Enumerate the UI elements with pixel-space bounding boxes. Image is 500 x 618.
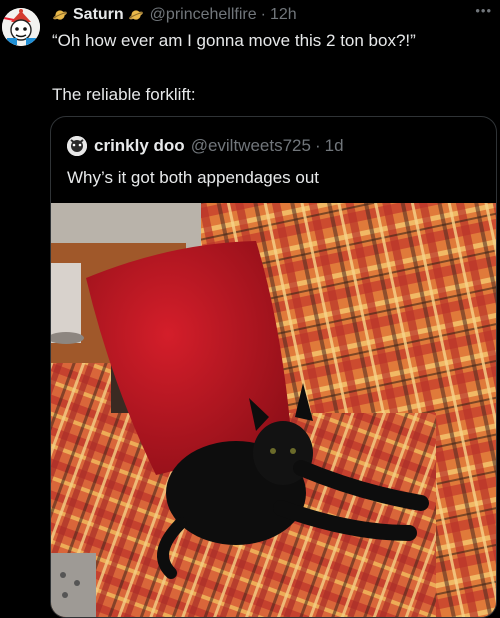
- quoted-handle[interactable]: @eviltweets725: [191, 136, 311, 156]
- quoted-tweet-text: Why’s it got both appendages out: [67, 168, 320, 187]
- tweet-text-line-1: “Oh how ever am I gonna move this 2 ton …: [52, 31, 416, 50]
- ellipsis-icon[interactable]: •••: [475, 3, 492, 18]
- quoted-avatar-drawing: [67, 136, 87, 156]
- quoted-display-name[interactable]: crinkly doo: [94, 136, 185, 156]
- saturn-emoji-icon: [53, 10, 67, 20]
- author-handle[interactable]: @princehellfire: [150, 6, 257, 24]
- quoted-tweet-card[interactable]: crinkly doo @eviltweets725 · 1d Why’s it…: [50, 116, 497, 618]
- tweet-text-line-2: The reliable forklift:: [52, 85, 196, 104]
- author-display-name[interactable]: Saturn: [73, 6, 124, 24]
- cat-on-couch-photo[interactable]: [51, 203, 496, 617]
- avatar-drawing: [2, 8, 40, 46]
- tweet-timestamp[interactable]: 12h: [270, 6, 297, 24]
- tweet-header: Saturn @princehellfire · 12h •••: [52, 3, 492, 27]
- saturn-emoji-icon: [128, 10, 143, 20]
- author-avatar[interactable]: [2, 8, 40, 46]
- quoted-tweet-header: crinkly doo @eviltweets725 · 1d: [67, 135, 344, 157]
- separator-dot: ·: [260, 6, 266, 23]
- quoted-timestamp[interactable]: 1d: [325, 136, 344, 156]
- quoted-separator-dot: ·: [314, 136, 321, 155]
- quoted-author-avatar[interactable]: [67, 136, 87, 156]
